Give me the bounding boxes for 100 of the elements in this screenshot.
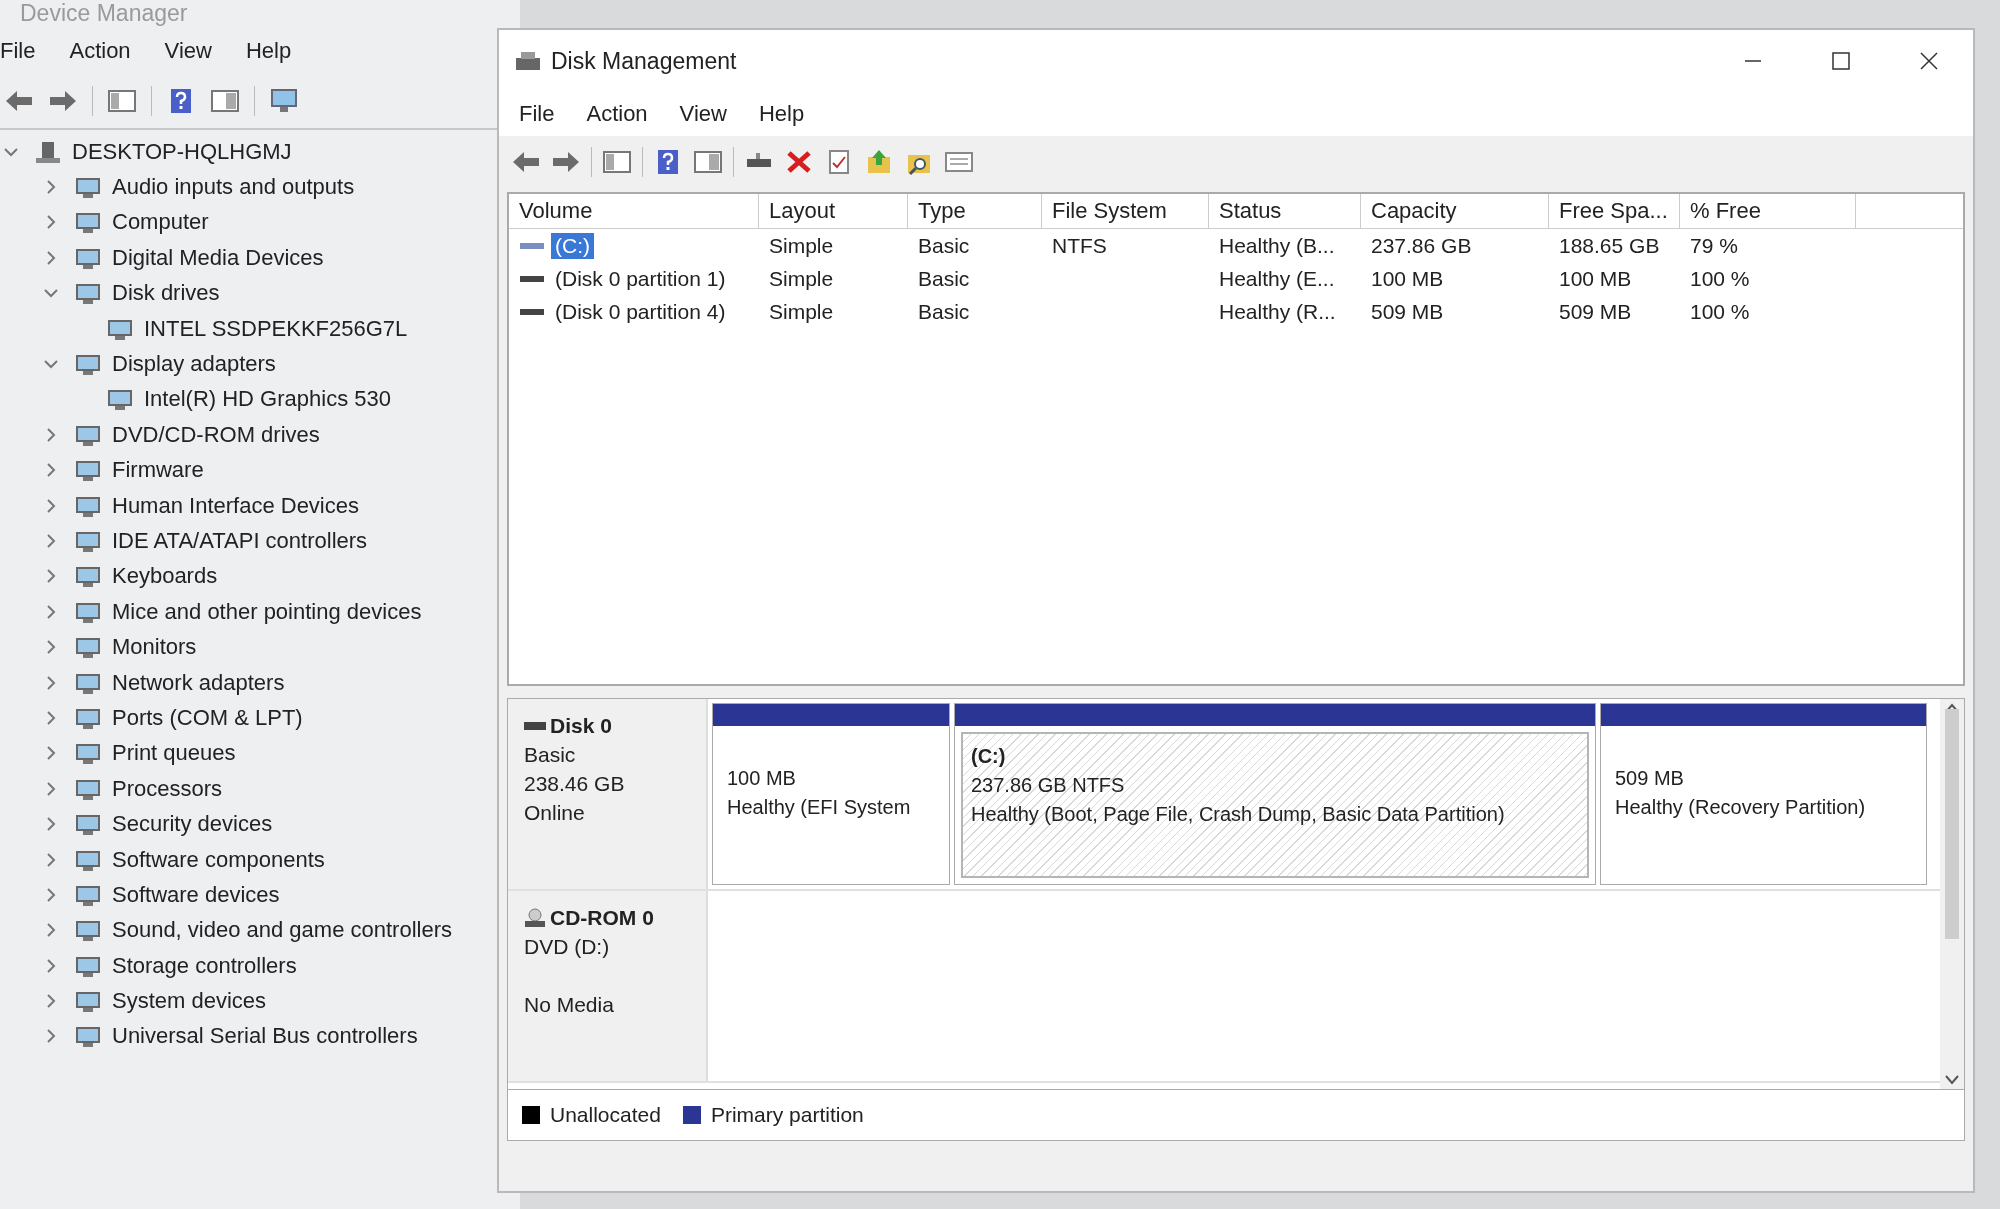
table-cell-text: Healthy (B... bbox=[1218, 233, 1336, 258]
disk-info: No Media bbox=[524, 992, 615, 1018]
panel-icon[interactable] bbox=[693, 149, 723, 175]
device-icon bbox=[106, 387, 134, 412]
partition-info: Healthy (Boot, Page File, Crash Dump, Basic Data Partition) bbox=[971, 802, 1506, 827]
tree-item[interactable]: Security devices bbox=[112, 811, 273, 838]
tree-item[interactable]: Mice and other pointing devices bbox=[112, 598, 422, 625]
tree-item[interactable]: Audio inputs and outputs bbox=[112, 174, 355, 201]
disk-info: Basic bbox=[524, 742, 577, 768]
device-icon bbox=[74, 175, 102, 200]
tree-item[interactable]: Human Interface Devices bbox=[112, 492, 359, 519]
device-icon bbox=[74, 812, 102, 837]
menu-item[interactable]: Action bbox=[49, 37, 145, 64]
column-header[interactable]: File System bbox=[1042, 194, 1209, 228]
device-icon bbox=[74, 564, 102, 589]
tree-item[interactable]: System devices bbox=[112, 988, 267, 1015]
device-icon bbox=[74, 210, 102, 235]
tree-item[interactable]: Sound, video and game controllers bbox=[112, 917, 452, 944]
partition-info: 237.86 GB NTFS bbox=[971, 773, 1126, 798]
column-header[interactable]: Layout bbox=[759, 194, 908, 228]
panel-icon[interactable] bbox=[602, 149, 632, 175]
device-icon bbox=[74, 635, 102, 660]
tree-item[interactable]: Disk drives bbox=[112, 280, 220, 307]
table-cell-text: Simple bbox=[768, 299, 835, 324]
partition-block[interactable]: 509 MB Healthy (Recovery Partition) bbox=[1600, 703, 1927, 885]
tree-item[interactable]: Firmware bbox=[112, 457, 204, 484]
tree-item[interactable]: Processors bbox=[112, 775, 223, 802]
table-cell[interactable]: (Disk 0 partition 4) bbox=[551, 298, 730, 325]
column-header[interactable]: % Free bbox=[1680, 194, 1856, 228]
table-cell-text: 188.65 GB bbox=[1558, 233, 1661, 258]
monitor-icon[interactable] bbox=[269, 87, 299, 114]
tree-item[interactable]: Monitors bbox=[112, 634, 197, 661]
menu-item[interactable]: View bbox=[144, 37, 226, 64]
device-icon bbox=[74, 918, 102, 943]
device-icon bbox=[74, 281, 102, 306]
column-header[interactable]: Volume bbox=[509, 194, 759, 228]
tree-item[interactable]: Storage controllers bbox=[112, 952, 297, 979]
disk-management-icon bbox=[515, 50, 541, 72]
computer-icon bbox=[34, 139, 62, 164]
device-icon bbox=[74, 352, 102, 377]
menu-item[interactable]: Action bbox=[566, 101, 660, 127]
column-header[interactable]: Status bbox=[1209, 194, 1361, 228]
table-cell-text: Basic bbox=[917, 299, 971, 324]
table-cell-text: 100 % bbox=[1689, 299, 1751, 324]
table-cell-text: Healthy (E... bbox=[1218, 266, 1336, 291]
table-cell[interactable]: (Disk 0 partition 1) bbox=[551, 265, 730, 292]
partition-info: Healthy (EFI System bbox=[727, 795, 912, 820]
table-cell-text: 79 % bbox=[1689, 233, 1739, 258]
partition-info: Healthy (Recovery Partition) bbox=[1615, 795, 1867, 820]
panel-icon[interactable] bbox=[210, 87, 240, 114]
window-title: Disk Management bbox=[551, 47, 737, 75]
tree-item[interactable]: Intel(R) HD Graphics 530 bbox=[144, 386, 391, 413]
panel-icon[interactable] bbox=[107, 87, 137, 114]
tree-item[interactable]: Software devices bbox=[112, 881, 280, 908]
list-view-icon[interactable] bbox=[944, 149, 974, 175]
table-cell[interactable]: (C:) bbox=[551, 232, 594, 259]
tree-item[interactable]: DESKTOP-HQLHGMJ bbox=[72, 138, 292, 165]
table-cell-text: 100 % bbox=[1689, 266, 1751, 291]
table-cell-text: Healthy (R... bbox=[1218, 299, 1337, 324]
close-icon[interactable] bbox=[1919, 51, 1939, 71]
device-icon bbox=[74, 458, 102, 483]
menu-item[interactable]: Help bbox=[738, 101, 817, 127]
table-cell-text: 100 MB bbox=[1370, 266, 1445, 291]
tree-item[interactable]: IDE ATA/ATAPI controllers bbox=[112, 528, 368, 554]
forward-arrow-icon[interactable] bbox=[551, 149, 581, 175]
window-title: Device Manager bbox=[19, 0, 189, 28]
column-header[interactable]: Capacity bbox=[1361, 194, 1549, 228]
tree-item[interactable]: Keyboards bbox=[112, 563, 218, 590]
tree-item[interactable]: Digital Media Devices bbox=[112, 244, 324, 271]
menu-item[interactable]: File bbox=[499, 101, 567, 127]
table-cell-text: Basic bbox=[917, 233, 971, 258]
back-arrow-icon[interactable] bbox=[511, 149, 541, 175]
menu-item[interactable]: File bbox=[0, 37, 50, 64]
tree-item[interactable]: Software components bbox=[112, 846, 325, 873]
scrollbar-thumb[interactable] bbox=[1945, 709, 1959, 939]
partition-info: 509 MB bbox=[1615, 766, 1685, 791]
tree-item[interactable]: Network adapters bbox=[112, 669, 285, 696]
column-header[interactable]: Free Spa... bbox=[1549, 194, 1680, 228]
tree-item[interactable]: Display adapters bbox=[112, 351, 276, 378]
partition-block[interactable]: 100 MB Healthy (EFI System bbox=[712, 703, 950, 885]
tree-item[interactable]: DVD/CD-ROM drives bbox=[112, 421, 320, 448]
table-cell-text: 100 MB bbox=[1558, 266, 1633, 291]
column-header[interactable]: Type bbox=[908, 194, 1042, 228]
tree-item[interactable]: INTEL SSDPEKKF256G7L bbox=[144, 315, 408, 342]
table-cell-text: 509 MB bbox=[1558, 299, 1633, 324]
maximize-icon[interactable] bbox=[1831, 51, 1851, 71]
tree-item[interactable]: Print queues bbox=[112, 740, 236, 767]
disk-name: CD-ROM 0 bbox=[550, 905, 654, 931]
scroll-down-icon[interactable] bbox=[1945, 1075, 1959, 1085]
partition-block[interactable]: (C:) 237.86 GB NTFS Healthy (Boot, Page File, Crash Dump, Basic Data Partition) bbox=[954, 703, 1596, 885]
tree-item[interactable]: Computer bbox=[112, 209, 209, 236]
tree-item[interactable]: Ports (COM & LPT) bbox=[112, 704, 303, 731]
disk-drive-icon bbox=[524, 721, 546, 730]
menu-item[interactable]: View bbox=[659, 101, 739, 127]
tree-item[interactable]: Universal Serial Bus controllers bbox=[112, 1023, 418, 1050]
menu-item[interactable]: Help bbox=[225, 37, 306, 64]
device-icon bbox=[74, 989, 102, 1014]
disk-info: Online bbox=[524, 800, 586, 826]
table-cell-text: Simple bbox=[768, 266, 835, 291]
disk-info: 238.46 GB bbox=[524, 771, 626, 797]
